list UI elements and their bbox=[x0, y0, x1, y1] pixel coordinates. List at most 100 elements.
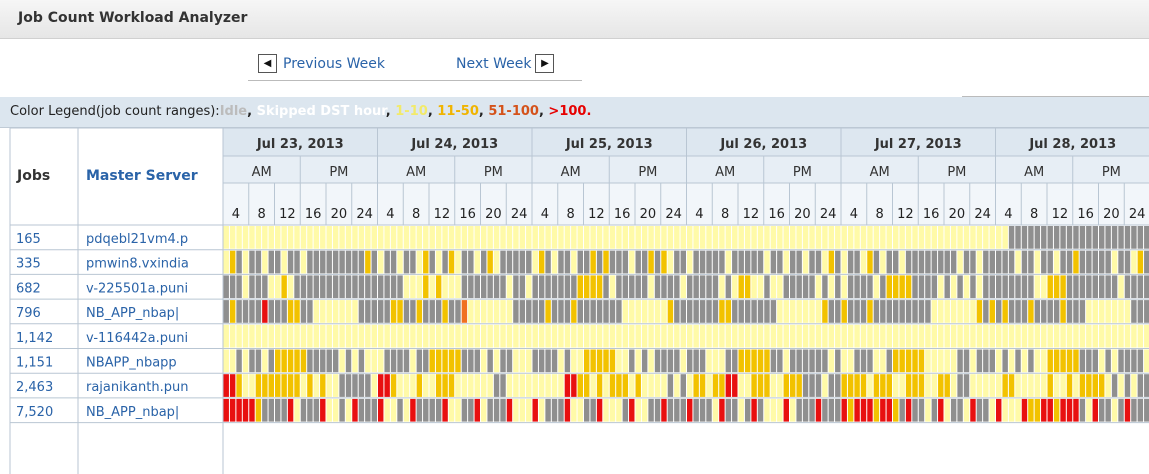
heatmap-cell[interactable] bbox=[983, 374, 989, 397]
heatmap-cell[interactable] bbox=[332, 374, 339, 397]
heatmap-cell[interactable] bbox=[616, 374, 622, 397]
heatmap-cell[interactable] bbox=[706, 398, 712, 422]
heatmap-cell[interactable] bbox=[358, 226, 365, 249]
heatmap-cell[interactable] bbox=[661, 250, 667, 274]
heatmap-cell[interactable] bbox=[1066, 374, 1073, 397]
heatmap-cell[interactable] bbox=[268, 324, 274, 348]
heatmap-cell[interactable] bbox=[815, 398, 822, 422]
heatmap-cell[interactable] bbox=[429, 226, 435, 249]
heatmap-cell[interactable] bbox=[223, 226, 229, 249]
heatmap-cell[interactable] bbox=[976, 226, 983, 249]
heatmap-cell[interactable] bbox=[1073, 250, 1079, 274]
heatmap-cell[interactable] bbox=[1041, 275, 1047, 299]
heatmap-cell[interactable] bbox=[1124, 324, 1131, 348]
heatmap-cell[interactable] bbox=[352, 349, 358, 373]
heatmap-cell[interactable] bbox=[442, 250, 448, 274]
heatmap-cell[interactable] bbox=[603, 226, 609, 249]
heatmap-cell[interactable] bbox=[1137, 275, 1144, 299]
heatmap-cell[interactable] bbox=[384, 398, 390, 422]
heatmap-cell[interactable] bbox=[732, 250, 738, 274]
heatmap-cell[interactable] bbox=[403, 300, 410, 323]
heatmap-cell[interactable] bbox=[532, 300, 538, 323]
heatmap-cell[interactable] bbox=[1118, 398, 1124, 422]
heatmap-cell[interactable] bbox=[378, 300, 384, 323]
heatmap-cell[interactable] bbox=[1002, 374, 1008, 397]
heatmap-cell[interactable] bbox=[287, 300, 294, 323]
heatmap-cell[interactable] bbox=[654, 398, 661, 422]
heatmap-cell[interactable] bbox=[680, 226, 686, 249]
heatmap-cell[interactable] bbox=[538, 374, 545, 397]
heatmap-cell[interactable] bbox=[841, 374, 847, 397]
heatmap-cell[interactable] bbox=[873, 374, 880, 397]
heatmap-cell[interactable] bbox=[854, 398, 860, 422]
heatmap-cell[interactable] bbox=[1079, 275, 1086, 299]
heatmap-cell[interactable] bbox=[989, 374, 995, 397]
heatmap-cell[interactable] bbox=[538, 349, 545, 373]
heatmap-cell[interactable] bbox=[596, 275, 603, 299]
heatmap-cell[interactable] bbox=[1099, 349, 1105, 373]
heatmap-cell[interactable] bbox=[1015, 374, 1021, 397]
heatmap-cell[interactable] bbox=[596, 250, 603, 274]
heatmap-cell[interactable] bbox=[989, 398, 995, 422]
heatmap-cell[interactable] bbox=[255, 398, 262, 422]
heatmap-cell[interactable] bbox=[262, 275, 268, 299]
heatmap-cell[interactable] bbox=[809, 226, 815, 249]
heatmap-cell[interactable] bbox=[687, 275, 693, 299]
heatmap-cell[interactable] bbox=[326, 300, 332, 323]
heatmap-cell[interactable] bbox=[732, 374, 738, 397]
heatmap-cell[interactable] bbox=[1144, 275, 1149, 299]
heatmap-cell[interactable] bbox=[493, 349, 500, 373]
heatmap-cell[interactable] bbox=[963, 374, 970, 397]
heatmap-cell[interactable] bbox=[435, 324, 442, 348]
heatmap-cell[interactable] bbox=[629, 226, 635, 249]
heatmap-cell[interactable] bbox=[1137, 226, 1144, 249]
heatmap-cell[interactable] bbox=[596, 374, 603, 397]
heatmap-cell[interactable] bbox=[931, 349, 938, 373]
heatmap-cell[interactable] bbox=[996, 324, 1002, 348]
heatmap-cell[interactable] bbox=[1131, 275, 1137, 299]
heatmap-cell[interactable] bbox=[873, 250, 880, 274]
heatmap-cell[interactable] bbox=[1021, 250, 1028, 274]
heatmap-cell[interactable] bbox=[596, 324, 603, 348]
row-master-server[interactable]: pdqebl21vm4.p bbox=[86, 232, 188, 247]
heatmap-cell[interactable] bbox=[448, 300, 455, 323]
heatmap-cell[interactable] bbox=[1047, 226, 1053, 249]
heatmap-cell[interactable] bbox=[339, 324, 345, 348]
heatmap-cell[interactable] bbox=[596, 349, 603, 373]
heatmap-cell[interactable] bbox=[474, 250, 480, 274]
heatmap-cell[interactable] bbox=[596, 226, 603, 249]
heatmap-cell[interactable] bbox=[744, 349, 751, 373]
heatmap-cell[interactable] bbox=[873, 275, 880, 299]
heatmap-cell[interactable] bbox=[538, 275, 545, 299]
heatmap-cell[interactable] bbox=[538, 300, 545, 323]
heatmap-cell[interactable] bbox=[313, 275, 320, 299]
heatmap-cell[interactable] bbox=[255, 324, 262, 348]
heatmap-cell[interactable] bbox=[526, 349, 532, 373]
heatmap-cell[interactable] bbox=[802, 250, 809, 274]
heatmap-cell[interactable] bbox=[384, 226, 390, 249]
heatmap-cell[interactable] bbox=[255, 300, 262, 323]
heatmap-cell[interactable] bbox=[538, 226, 545, 249]
heatmap-cell[interactable] bbox=[229, 374, 236, 397]
heatmap-cell[interactable] bbox=[358, 349, 365, 373]
heatmap-cell[interactable] bbox=[841, 275, 847, 299]
heatmap-cell[interactable] bbox=[442, 324, 448, 348]
heatmap-cell[interactable] bbox=[1092, 275, 1098, 299]
heatmap-cell[interactable] bbox=[970, 324, 976, 348]
heatmap-cell[interactable] bbox=[1144, 374, 1149, 397]
heatmap-cell[interactable] bbox=[365, 324, 371, 348]
heatmap-cell[interactable] bbox=[989, 300, 995, 323]
heatmap-cell[interactable] bbox=[307, 250, 313, 274]
heatmap-cell[interactable] bbox=[287, 398, 294, 422]
heatmap-cell[interactable] bbox=[371, 374, 377, 397]
heatmap-cell[interactable] bbox=[744, 275, 751, 299]
heatmap-cell[interactable] bbox=[584, 275, 590, 299]
heatmap-cell[interactable] bbox=[931, 226, 938, 249]
heatmap-cell[interactable] bbox=[294, 275, 300, 299]
heatmap-cell[interactable] bbox=[1079, 374, 1086, 397]
heatmap-cell[interactable] bbox=[828, 324, 835, 348]
heatmap-cell[interactable] bbox=[1034, 349, 1041, 373]
heatmap-cell[interactable] bbox=[970, 275, 976, 299]
heatmap-cell[interactable] bbox=[584, 250, 590, 274]
heatmap-cell[interactable] bbox=[931, 374, 938, 397]
